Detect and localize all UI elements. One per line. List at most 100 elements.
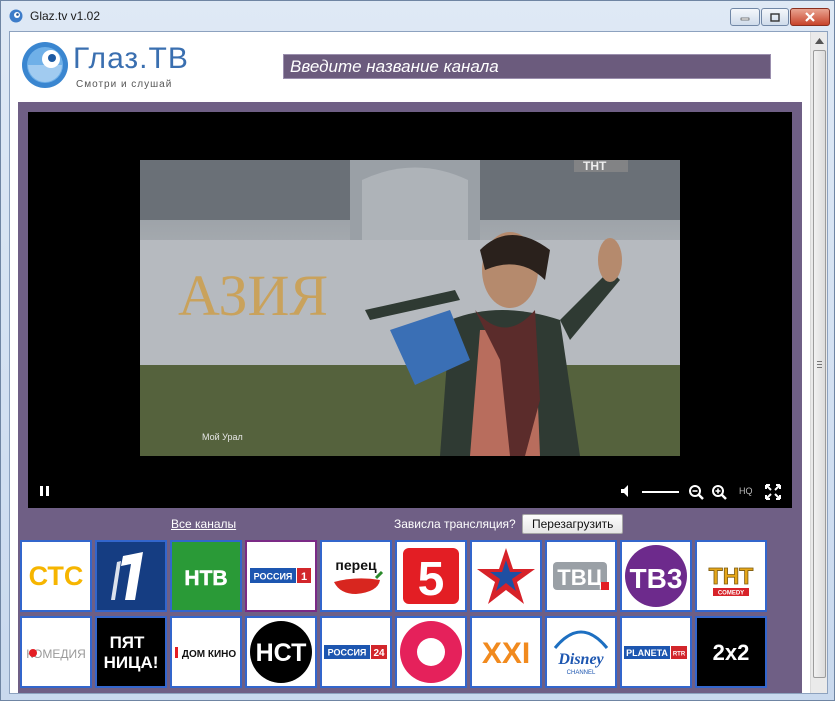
maximize-icon	[770, 12, 780, 22]
channel-tile-rossiya24[interactable]: РОССИЯ 24	[320, 616, 392, 688]
svg-text:ПЯТ: ПЯТ	[110, 633, 145, 652]
channel-tile-perviy[interactable]	[95, 540, 167, 612]
logo-title: Глаз.ТВ	[73, 42, 189, 75]
player-controls: HQ	[28, 476, 792, 504]
channel5-logo-icon: 5	[403, 548, 459, 606]
2x2-logo-icon: 2x2	[713, 640, 750, 665]
video-player[interactable]: АЗИЯ ТНТ Мой Урал HQ	[28, 112, 792, 508]
content-panel: АЗИЯ ТНТ Мой Урал HQ Все каналы Зависла …	[18, 102, 802, 693]
domashniy-logo-icon	[400, 621, 462, 683]
app-eye-icon	[9, 9, 23, 23]
zoom-in-icon[interactable]	[711, 484, 727, 500]
hang-question: Зависла трансляция?	[394, 517, 516, 531]
channel-tile-2x2[interactable]: 2x2	[695, 616, 767, 688]
channel-tile-ntv[interactable]: НТВ	[170, 540, 242, 612]
svg-text:ТНТ: ТНТ	[709, 563, 754, 589]
channel-tile-komediya[interactable]: КОМЕДИЯ	[20, 616, 92, 688]
channel-tile-5[interactable]: 5	[395, 540, 467, 612]
ntv-logo-icon: НТВ	[184, 567, 228, 591]
channel-tile-zvezda[interactable]	[470, 540, 542, 612]
fullscreen-icon[interactable]	[765, 484, 781, 500]
channel-tile-perets[interactable]: перец	[320, 540, 392, 612]
channel-tile-planeta[interactable]: PLANETA RTR	[620, 616, 692, 688]
tnt-logo-icon: ТНТ COMEDY	[708, 563, 754, 597]
channel-tile-rossiya1[interactable]: РОССИЯ 1	[245, 540, 317, 612]
rossiya24-logo-icon: РОССИЯ 24	[324, 645, 387, 659]
app-window: Glaz.tv v1.02 Глаз.ТВ Смотри и слушай Вв…	[0, 0, 835, 701]
svg-text:COMEDY: COMEDY	[718, 591, 744, 597]
scroll-thumb[interactable]	[813, 50, 826, 678]
disney-logo-icon: Disney CHANNEL	[553, 630, 609, 676]
svg-text:СТС: СТС	[29, 561, 84, 591]
channel-tile-xxi[interactable]: XXI	[470, 616, 542, 688]
minimize-button[interactable]	[730, 8, 760, 26]
perviy-logo-icon	[111, 552, 143, 600]
channel-tile-tv3[interactable]: ТВ3	[620, 540, 692, 612]
svg-text:РОССИЯ: РОССИЯ	[328, 648, 367, 658]
window-title: Glaz.tv v1.02	[30, 9, 101, 23]
app-header: Глаз.ТВ Смотри и слушай Введите название…	[10, 32, 810, 102]
scroll-up-button[interactable]	[811, 32, 827, 49]
komediya-logo-icon: КОМЕДИЯ	[26, 647, 86, 661]
wall-text: АЗИЯ	[178, 263, 328, 328]
minimize-icon	[740, 17, 750, 21]
video-frame[interactable]: АЗИЯ ТНТ Мой Урал	[140, 160, 680, 456]
video-scene: АЗИЯ ТНТ Мой Урал	[140, 160, 680, 456]
perets-logo-icon: перец	[334, 557, 384, 594]
close-icon	[805, 12, 815, 22]
logo-subtitle: Смотри и слушай	[76, 79, 173, 90]
pyatnitsa-logo-icon: ПЯТ НИЦА!	[104, 633, 159, 672]
channel-tile-nst[interactable]: НСТ	[245, 616, 317, 688]
svg-text:НИЦА!: НИЦА!	[104, 653, 159, 672]
svg-text:НТВ: НТВ	[184, 567, 227, 590]
channel-tile-dom-kino[interactable]: ДОМ КИНО	[170, 616, 242, 688]
svg-text:24: 24	[373, 648, 385, 659]
vertical-scrollbar[interactable]	[810, 32, 827, 693]
svg-text:5: 5	[418, 553, 445, 606]
channel-tile-sts[interactable]: СТС	[20, 540, 92, 612]
tv3-logo-icon: ТВ3	[625, 545, 687, 607]
channel-tile-domashniy[interactable]	[395, 616, 467, 688]
tvc-logo-icon: ТВЦ	[553, 562, 609, 590]
xxi-logo-icon: XXI	[482, 637, 530, 670]
zoom-out-icon[interactable]	[688, 484, 704, 500]
svg-text:РОССИЯ: РОССИЯ	[254, 572, 293, 582]
rossiya1-logo-icon: РОССИЯ 1	[250, 568, 311, 583]
reload-button[interactable]: Перезагрузить	[522, 514, 624, 534]
svg-text:1: 1	[301, 571, 307, 583]
logo-eye-icon	[22, 42, 68, 88]
close-button[interactable]	[790, 8, 830, 26]
channel-tile-disney[interactable]: Disney CHANNEL	[545, 616, 617, 688]
title-bar[interactable]: Glaz.tv v1.02	[1, 1, 834, 31]
channel-tile-pyatnitsa[interactable]: ПЯТ НИЦА!	[95, 616, 167, 688]
dom-kino-logo-icon: ДОМ КИНО	[175, 647, 237, 660]
pause-icon[interactable]	[40, 486, 52, 496]
hq-toggle[interactable]: HQ	[739, 486, 753, 496]
nst-logo-icon: НСТ	[250, 621, 312, 683]
channel-tile-tvc[interactable]: ТВЦ	[545, 540, 617, 612]
video-watermark: Мой Урал	[202, 432, 243, 442]
channel-tile-tnt[interactable]: ТНТ COMEDY	[695, 540, 767, 612]
svg-text:ТВЦ: ТВЦ	[557, 565, 602, 590]
chevron-up-icon	[815, 37, 824, 44]
svg-text:ТВ3: ТВ3	[630, 563, 683, 594]
channel-search-input[interactable]: Введите название канала	[283, 54, 771, 79]
svg-text:перец: перец	[335, 557, 377, 573]
svg-text:PLANETA: PLANETA	[626, 648, 668, 658]
volume-icon[interactable]	[620, 484, 634, 498]
maximize-button[interactable]	[761, 8, 789, 26]
client-area: Глаз.ТВ Смотри и слушай Введите название…	[9, 31, 828, 694]
svg-text:2x2: 2x2	[713, 640, 750, 665]
svg-text:CHANNEL: CHANNEL	[567, 670, 596, 676]
channel-watermark-tnt: ТНТ	[583, 160, 607, 173]
sts-logo-icon: СТС	[29, 561, 84, 591]
svg-text:RTR: RTR	[673, 652, 686, 658]
svg-text:Disney: Disney	[557, 651, 604, 668]
svg-text:НСТ: НСТ	[256, 639, 307, 667]
svg-text:XXI: XXI	[482, 637, 530, 670]
volume-slider[interactable]	[642, 491, 679, 493]
all-channels-link[interactable]: Все каналы	[171, 517, 236, 531]
svg-text:ДОМ КИНО: ДОМ КИНО	[182, 649, 237, 660]
planeta-logo-icon: PLANETA RTR	[624, 646, 687, 659]
links-row: Все каналы Зависла трансляция? Перезагру…	[18, 514, 802, 536]
